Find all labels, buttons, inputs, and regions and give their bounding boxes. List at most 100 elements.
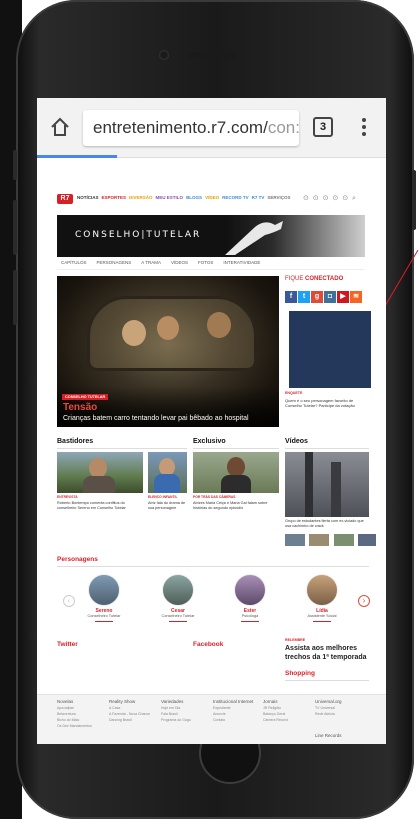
footer-link[interactable]: Os Dez Mandamentos: [57, 724, 92, 728]
facebook-heading[interactable]: Facebook: [193, 641, 223, 648]
nav-link[interactable]: DIVERSÃO: [129, 195, 153, 200]
youtube-icon[interactable]: ▶: [337, 291, 349, 303]
subnav-link[interactable]: CAPÍTULOS: [61, 260, 87, 265]
nav-link[interactable]: SERVIÇOS: [267, 195, 290, 200]
tab-switcher-button[interactable]: 3: [313, 117, 333, 137]
social-buttons: f t g ◘ ▶ ≋: [285, 285, 363, 303]
bastidores-caption-1[interactable]: Roberto Bontempo comenta conflitos do co…: [57, 501, 143, 510]
exclusivo-thumb[interactable]: [193, 452, 279, 493]
nav-link[interactable]: NOTÍCIAS: [77, 195, 99, 200]
footer-link[interactable]: Dancing Brasil: [109, 718, 150, 722]
menu-icon[interactable]: [361, 118, 367, 138]
highlight-title[interactable]: Assista aos melhores trechos da 1ª tempo…: [285, 644, 371, 662]
character-card[interactable]: Ester Psicóloga: [225, 574, 275, 622]
google-plus-icon[interactable]: g: [311, 291, 323, 303]
footer-link[interactable]: Rede Aleluia: [315, 712, 342, 716]
hand-illustration: [225, 221, 283, 255]
footer-link[interactable]: Belaventura: [57, 712, 92, 716]
exclusivo-heading[interactable]: Exclusivo: [193, 438, 226, 445]
footer-column: Institucional Internet Expediente Anuncie C…: [213, 699, 253, 722]
video-mini-thumb[interactable]: [358, 534, 377, 546]
subnav-link[interactable]: VÍDEOS: [171, 260, 188, 265]
hero-title[interactable]: Tensão: [63, 402, 97, 413]
twitter-heading[interactable]: Twitter: [57, 641, 78, 648]
hero-subtitle[interactable]: Crianças batem carro tentando levar pai …: [63, 415, 249, 422]
nav-link[interactable]: R7 TV: [252, 195, 265, 200]
r7-logo[interactable]: R7: [57, 194, 73, 204]
video-mini-thumb[interactable]: [285, 534, 305, 546]
page-load-progress: [37, 155, 117, 158]
footer-heading[interactable]: Universal.org: [315, 699, 342, 704]
character-role: Psicóloga: [241, 614, 259, 618]
nav-link[interactable]: VÍDEO: [205, 195, 219, 200]
character-card[interactable]: Sereno Conselheiro Tutelar: [79, 574, 129, 622]
footer-link[interactable]: Programa do Gugu: [161, 718, 191, 722]
footer-link[interactable]: A Fazenda - Nova Chance: [109, 712, 150, 716]
video-mini-thumb[interactable]: [333, 534, 354, 546]
connected-heading-prefix: FIQUE: [285, 276, 304, 282]
bastidores-heading[interactable]: Bastidores: [57, 438, 93, 445]
power-button: [412, 170, 416, 230]
footer-heading[interactable]: Novelas: [57, 699, 73, 704]
bastidores-thumb-2[interactable]: [148, 452, 187, 493]
footer-heading[interactable]: Reality Show: [109, 699, 135, 704]
subnav-link[interactable]: INTERATIVIDADE: [223, 260, 260, 265]
video-mini-thumb[interactable]: [309, 534, 330, 546]
nav-link[interactable]: ESPORTES: [102, 195, 127, 200]
instagram-icon[interactable]: ◘: [324, 291, 336, 303]
video-caption[interactable]: Grupo de estudantes flerta com ex-viciad…: [285, 519, 369, 528]
person-face: [89, 458, 107, 478]
footer-link[interactable]: A Casa: [109, 706, 150, 710]
subnav-link[interactable]: FOTOS: [198, 260, 213, 265]
footer-heading[interactable]: Institucional Internet: [213, 699, 253, 704]
footer-link[interactable]: Fala Brasil: [161, 712, 191, 716]
connected-heading: FIQUE CONECTADO: [285, 276, 343, 282]
footer-column: Reality Show A Casa A Fazenda - Nova Chanc…: [109, 699, 150, 722]
url-bar[interactable]: entretenimento.r7.com/con:: [83, 110, 299, 146]
footer-link[interactable]: Hoje em Dia: [161, 706, 191, 710]
subnav-link[interactable]: PERSONAGENS: [97, 260, 132, 265]
shopping-heading[interactable]: Shopping: [285, 670, 315, 677]
url-path: con:: [267, 118, 299, 137]
footer-link[interactable]: Anuncie: [213, 712, 253, 716]
nav-link[interactable]: BLOGS: [186, 195, 202, 200]
nav-link[interactable]: MEU ESTILO: [156, 195, 184, 200]
character-card[interactable]: Lídia Assistente Social: [297, 574, 347, 622]
footer-column: Novelas Apocalipse Belaventura Bicho do Mat…: [57, 699, 92, 728]
footer-link[interactable]: JR Religião: [263, 706, 288, 710]
avatar: [162, 574, 194, 606]
home-icon[interactable]: [49, 116, 71, 138]
show-banner[interactable]: CONSELHO|TUTELAR: [57, 215, 365, 257]
footer-link[interactable]: Câmera Record: [263, 718, 288, 722]
footer-link[interactable]: Balanço Geral: [263, 712, 288, 716]
footer-heading[interactable]: Jornais: [263, 699, 278, 704]
footer-link[interactable]: Apocalipse: [57, 706, 92, 710]
prev-arrow-icon[interactable]: ‹: [63, 595, 75, 607]
videos-heading[interactable]: Vídeos: [285, 438, 308, 445]
character-card[interactable]: Cesar Conselheiro Tutelar: [153, 574, 203, 622]
ad-placeholder[interactable]: [289, 311, 371, 388]
next-arrow-icon[interactable]: ›: [358, 595, 370, 607]
poll-text[interactable]: Quem é o seu personagem favorito de Cons…: [285, 398, 365, 408]
footer-link[interactable]: Line Records: [315, 733, 342, 738]
footer-link[interactable]: Bicho do Mato: [57, 718, 92, 722]
character-underline: [169, 621, 187, 622]
twitter-icon[interactable]: t: [298, 291, 310, 303]
personagens-heading[interactable]: Personagens: [57, 556, 98, 563]
volume-down-button: [13, 270, 17, 325]
footer-link[interactable]: TV Universal: [315, 706, 342, 710]
rss-icon[interactable]: ≋: [350, 291, 362, 303]
earpiece-speaker: [189, 52, 237, 58]
subnav-link[interactable]: A TRAMA: [141, 260, 161, 265]
video-thumb[interactable]: [285, 452, 369, 517]
avatar: [306, 574, 338, 606]
nav-link[interactable]: RECORD TV: [222, 195, 249, 200]
footer-link[interactable]: Expediente: [213, 706, 253, 710]
nav-social-icons[interactable]: ⊙ ⊙ ⊙ ⊙ ⊙ ⌕: [303, 194, 357, 203]
facebook-icon[interactable]: f: [285, 291, 297, 303]
bastidores-caption-2[interactable]: Atriz fala do drama de sua personagem: [148, 501, 188, 510]
footer-link[interactable]: Contato: [213, 718, 253, 722]
footer-heading[interactable]: Variedades: [161, 699, 183, 704]
exclusivo-caption[interactable]: Atrizes Maria Ceiça e Maria Gal falam so…: [193, 501, 279, 510]
bastidores-thumb-1[interactable]: [57, 452, 143, 493]
